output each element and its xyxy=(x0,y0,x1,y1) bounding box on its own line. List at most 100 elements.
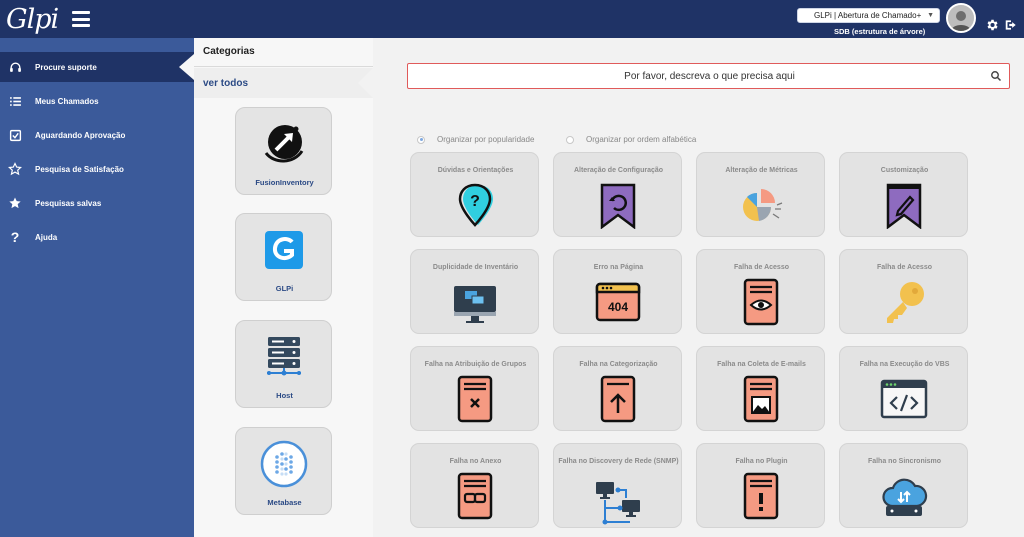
pie-chart-icon xyxy=(743,189,783,221)
nav-label: Pesquisas salvas xyxy=(35,198,102,208)
bookmark-pencil-icon xyxy=(886,183,922,229)
nav-item-pesquisa-satisfacao[interactable]: Pesquisa de Satisfação xyxy=(0,154,194,184)
sidebar: Procure suporte Meus Chamados Aguardando… xyxy=(0,38,194,537)
error-404-icon: 404 xyxy=(595,282,641,322)
sort-popularity-label: Organizar por popularidade xyxy=(437,135,535,144)
nav-item-meus-chamados[interactable]: Meus Chamados xyxy=(0,86,194,116)
svg-text:404: 404 xyxy=(608,300,628,314)
glpi-logo[interactable]: Glpi xyxy=(6,3,59,35)
entity-selector[interactable]: GLPi | Abertura de Chamado+ ▼ xyxy=(797,8,940,23)
tile-title: Falha de Acesso xyxy=(734,264,789,271)
service-tile[interactable]: Customização xyxy=(839,152,968,237)
tile-title: Falha na Atribuição de Grupos xyxy=(424,361,527,368)
tile-title: Falha no Sincronismo xyxy=(867,458,942,465)
category-name: Host xyxy=(276,391,293,400)
gear-icon[interactable] xyxy=(985,18,999,32)
cloud-sync-icon xyxy=(882,478,928,516)
service-tile[interactable]: Duplicidade de Inventário xyxy=(410,249,539,334)
service-tile[interactable]: Falha no Anexo xyxy=(410,443,539,528)
nav-label: Aguardando Aprovação xyxy=(35,130,126,140)
nav-item-pesquisas-salvas[interactable]: Pesquisas salvas xyxy=(0,188,194,218)
entity-selector-value: GLPi | Abertura de Chamado+ xyxy=(814,11,922,20)
service-tile[interactable]: Dúvidas e Orientações ? xyxy=(410,152,539,237)
key-icon xyxy=(887,282,924,323)
bookmark-refresh-icon xyxy=(600,183,636,229)
user-avatar[interactable] xyxy=(946,3,976,33)
active-indicator xyxy=(179,54,194,80)
tile-title: Erro na Página xyxy=(593,264,644,271)
network-icon xyxy=(596,482,640,525)
category-name: Metabase xyxy=(267,498,302,507)
star-outline-icon xyxy=(8,162,22,176)
categories-title: Categorias xyxy=(203,46,255,57)
service-tile[interactable]: Falha na Coleta de E-mails xyxy=(696,346,825,431)
tile-title: Duplicidade de Inventário xyxy=(432,264,519,271)
document-image-icon xyxy=(743,375,779,423)
service-tile[interactable]: Falha de Acesso xyxy=(696,249,825,334)
document-link-icon xyxy=(457,472,493,520)
category-card-fusioninventory[interactable]: FusionInventory xyxy=(235,107,332,195)
tile-title: Falha no Discovery de Rede (SNMP) xyxy=(558,458,679,465)
code-window-icon xyxy=(880,379,928,419)
fusioninventory-logo xyxy=(260,120,308,168)
list-icon xyxy=(8,94,22,108)
search-input[interactable]: Por favor, descreva o que precisa aqui xyxy=(407,63,1010,89)
sort-alpha-label: Organizar por ordem alfabética xyxy=(586,135,697,144)
category-card-glpi[interactable]: GLPi xyxy=(235,213,332,301)
menu-toggle-icon[interactable] xyxy=(72,11,90,27)
service-tile[interactable]: Falha de Acesso xyxy=(839,249,968,334)
see-all-link[interactable]: ver todos xyxy=(194,68,373,98)
search-icon[interactable] xyxy=(990,70,1002,82)
entity-label: SDB (estrutura de árvore) xyxy=(834,27,926,36)
tile-title: Falha no Plugin xyxy=(735,458,788,465)
sort-alpha-option[interactable]: Organizar por ordem alfabética xyxy=(566,135,696,144)
checkbox-icon xyxy=(8,128,22,142)
radio-button[interactable] xyxy=(417,135,425,144)
glpi-logo xyxy=(260,226,308,274)
nav-item-procure-suporte[interactable]: Procure suporte xyxy=(0,52,194,82)
metabase-logo xyxy=(260,440,308,488)
divider xyxy=(194,66,373,67)
service-tile[interactable]: Falha na Categorização xyxy=(553,346,682,431)
tile-title: Dúvidas e Orientações xyxy=(437,167,514,174)
active-indicator xyxy=(358,68,373,98)
svg-text:?: ? xyxy=(470,193,480,210)
service-tile[interactable]: Falha no Sincronismo xyxy=(839,443,968,528)
category-name: GLPi xyxy=(275,284,294,293)
question-pin-icon: ? xyxy=(458,183,493,227)
service-tile[interactable]: Alteração de Configuração xyxy=(553,152,682,237)
nav-label: Meus Chamados xyxy=(35,96,99,106)
document-upload-icon xyxy=(600,375,636,423)
radio-button[interactable] xyxy=(566,135,574,144)
service-tile[interactable]: Falha na Execução do VBS xyxy=(839,346,968,431)
tile-title: Alteração de Configuração xyxy=(573,167,664,174)
main-content: Por favor, descreva o que precisa aqui O… xyxy=(373,38,1024,537)
document-eye-icon xyxy=(743,278,779,326)
chevron-down-icon: ▼ xyxy=(927,12,934,19)
logo-text: Glpi xyxy=(6,3,59,35)
category-card-metabase[interactable]: Metabase xyxy=(235,427,332,515)
category-name: FusionInventory xyxy=(255,178,314,187)
category-card-host[interactable]: Host xyxy=(235,320,332,408)
tile-title: Customização xyxy=(880,167,929,174)
star-icon xyxy=(8,196,22,210)
service-tile[interactable]: Erro na Página 404 xyxy=(553,249,682,334)
nav-item-aguardando-aprovacao[interactable]: Aguardando Aprovação xyxy=(0,120,194,150)
service-tile[interactable]: Falha na Atribuição de Grupos xyxy=(410,346,539,431)
nav-label: Ajuda xyxy=(35,232,58,242)
document-alert-icon xyxy=(743,472,779,520)
headset-icon xyxy=(8,60,22,74)
service-tile[interactable]: Alteração de Métricas xyxy=(696,152,825,237)
categories-panel: Categorias ver todos FusionInventory GLP… xyxy=(194,38,373,537)
nav-item-ajuda[interactable]: ? Ajuda xyxy=(0,222,194,252)
nav-label: Pesquisa de Satisfação xyxy=(35,164,124,174)
tile-title: Falha na Categorização xyxy=(579,361,658,368)
see-all-label: ver todos xyxy=(203,78,249,89)
service-tile[interactable]: Falha no Plugin xyxy=(696,443,825,528)
logout-icon[interactable] xyxy=(1004,18,1018,32)
search-placeholder: Por favor, descreva o que precisa aqui xyxy=(624,71,795,82)
service-tile[interactable]: Falha no Discovery de Rede (SNMP) xyxy=(553,443,682,528)
tile-title: Falha na Execução do VBS xyxy=(859,361,950,368)
sort-popularity-option[interactable]: Organizar por popularidade xyxy=(417,135,534,144)
tile-title: Falha de Acesso xyxy=(877,264,932,271)
